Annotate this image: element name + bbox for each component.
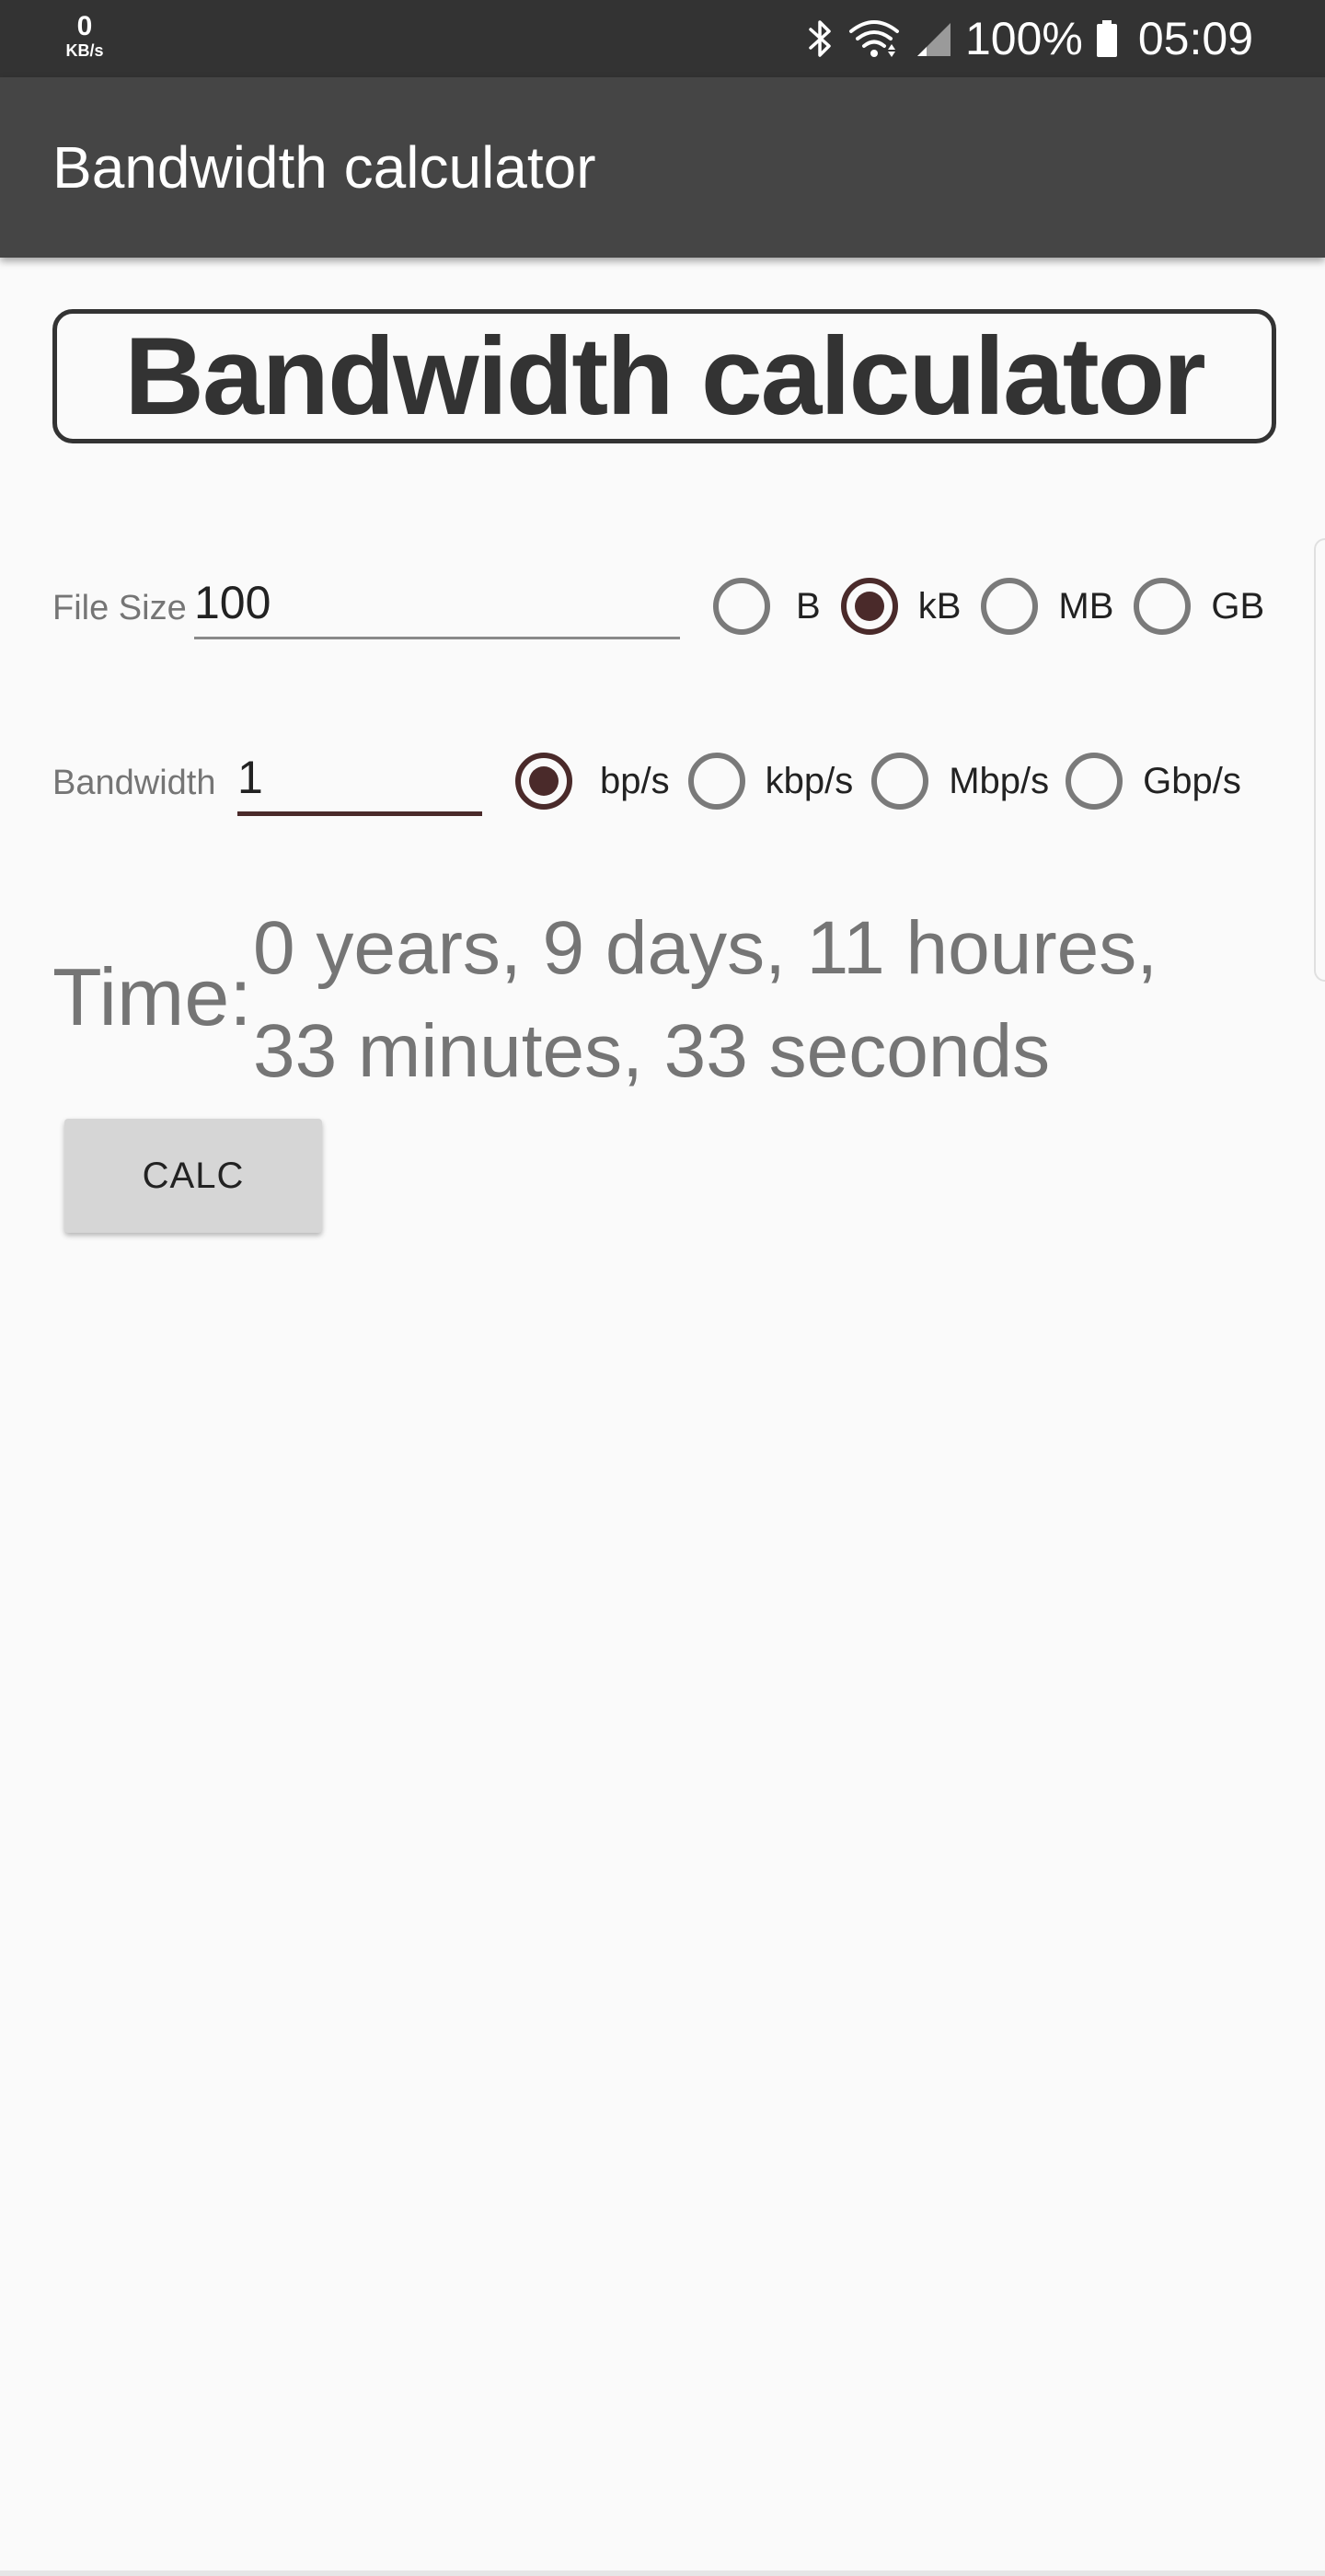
signal-icon [914, 19, 952, 58]
file-size-radio-gb[interactable]: GB [1134, 578, 1264, 635]
radio-circle[interactable] [1134, 578, 1192, 635]
bandwidth-radio-mbpps-s[interactable]: Mbp/s [871, 753, 1049, 810]
bandwidth-radio-kbpps-s[interactable]: kbp/s [687, 753, 854, 810]
radio-circle[interactable] [840, 578, 898, 635]
file-size-radio-b[interactable]: B [713, 578, 821, 635]
radio-label: MB [1058, 585, 1114, 627]
radio-label: GB [1211, 585, 1265, 627]
time-label: Time: [52, 951, 252, 1042]
wifi-icon [847, 18, 901, 59]
page-title: Bandwidth calculator [124, 315, 1205, 438]
time-result-line-2: 33 minutes, 33 seconds [253, 1009, 1051, 1093]
radio-label: kbp/s [765, 760, 854, 801]
clock: 05:09 [1137, 13, 1253, 64]
bandwidth-unit-group: bp/s kbp/s Mbp/s Gbp/s [515, 753, 1241, 810]
bluetooth-icon [807, 18, 835, 59]
file-size-radio-kb[interactable]: kB [840, 578, 962, 635]
app-bar-title: Bandwidth calculator [52, 134, 596, 201]
time-result-line-1: 0 years, 9 days, 11 houres, [253, 906, 1158, 990]
radio-circle[interactable] [713, 578, 770, 635]
bottom-divider [0, 2570, 1325, 2576]
file-size-input[interactable] [194, 576, 680, 639]
radio-selected-dot [529, 766, 559, 796]
app-bar: Bandwidth calculator [0, 77, 1325, 258]
radio-circle[interactable] [515, 753, 572, 810]
radio-circle[interactable] [687, 753, 745, 810]
radio-label: bp/s [600, 760, 670, 801]
radio-label: Mbp/s [949, 760, 1050, 801]
file-size-radio-mb[interactable]: MB [981, 578, 1113, 635]
radio-selected-dot [854, 592, 884, 621]
radio-label: Gbp/s [1143, 760, 1241, 801]
status-bar: 0 KB/s 100% 05:09 [0, 0, 1325, 77]
calc-button[interactable]: CALC [64, 1119, 322, 1233]
battery-percent: 100% [964, 13, 1083, 64]
radio-label: B [796, 585, 821, 627]
file-size-unit-group: BkB MB GB [713, 578, 1264, 635]
bandwidth-radio-gbpps-s[interactable]: Gbp/s [1066, 753, 1241, 810]
file-size-label: File Size [52, 589, 187, 627]
radio-circle[interactable] [981, 578, 1039, 635]
bandwidth-label: Bandwidth [52, 764, 216, 802]
radio-circle[interactable] [1066, 753, 1123, 810]
network-speed-unit: KB/s [65, 41, 104, 60]
network-speed-indicator: 0 KB/s [57, 11, 112, 60]
time-result: 0 years, 9 days, 11 houres, 33 minutes, … [253, 897, 1302, 1103]
battery-icon [1096, 18, 1118, 59]
radio-label: kB [917, 585, 962, 627]
radio-circle[interactable] [871, 753, 929, 810]
network-speed-value: 0 [76, 11, 93, 41]
status-icons: 100% 05:09 [807, 0, 1253, 77]
heading-box: Bandwidth calculator [52, 309, 1276, 443]
bandwidth-radio-bpps-s[interactable]: bp/s [515, 753, 670, 810]
scroll-indicator [1314, 538, 1325, 982]
bandwidth-input[interactable] [237, 751, 482, 816]
